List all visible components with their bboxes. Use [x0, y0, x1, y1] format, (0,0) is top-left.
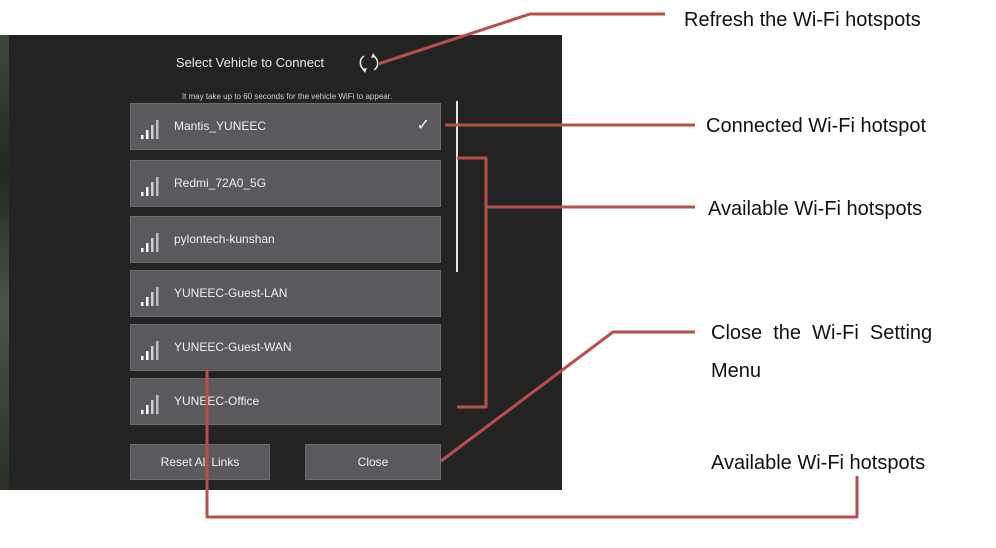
network-name: YUNEEC-Office — [174, 394, 260, 408]
network-name: YUNEEC-Guest-LAN — [174, 286, 288, 300]
list-scrollbar[interactable] — [456, 101, 458, 272]
network-name: pylontech-kunshan — [174, 232, 275, 246]
reset-all-links-button[interactable]: Reset All Links — [130, 444, 270, 480]
dialog-title: Select Vehicle to Connect — [175, 55, 325, 70]
network-row-mantis-yuneec[interactable]: Mantis_YUNEEC ✓ — [130, 103, 441, 150]
annotation-connected: Connected Wi-Fi hotspot — [706, 115, 927, 137]
connection-note: It may take up to 60 seconds for the veh… — [181, 92, 393, 101]
wifi-signal-icon — [141, 233, 159, 252]
wifi-signal-icon — [141, 341, 159, 360]
annotation-reset: Available Wi-Fi hotspots — [711, 452, 926, 474]
annotation-close-line2: Menu — [711, 360, 762, 382]
wifi-signal-icon — [141, 120, 159, 139]
wifi-signal-icon — [141, 287, 159, 306]
network-name: YUNEEC-Guest-WAN — [174, 340, 292, 354]
annotation-refresh: Refresh the Wi-Fi hotspots — [684, 9, 921, 31]
network-row-pylontech[interactable]: pylontech-kunshan — [130, 216, 441, 263]
network-name: Mantis_YUNEEC — [174, 119, 267, 133]
checkmark-icon: ✓ — [416, 117, 430, 134]
network-row-guest-lan[interactable]: YUNEEC-Guest-LAN — [130, 270, 441, 317]
refresh-icon[interactable] — [358, 52, 380, 74]
background-map-edge — [0, 35, 9, 490]
annotation-close-line1: Close the Wi-Fi Setting — [711, 322, 933, 344]
network-row-redmi[interactable]: Redmi_72A0_5G — [130, 160, 441, 207]
wifi-signal-icon — [141, 395, 159, 414]
close-button[interactable]: Close — [305, 444, 441, 480]
annotation-available: Available Wi-Fi hotspots — [708, 198, 923, 220]
network-name: Redmi_72A0_5G — [174, 176, 267, 190]
network-row-office[interactable]: YUNEEC-Office — [130, 378, 441, 425]
wifi-signal-icon — [141, 177, 159, 196]
network-row-guest-wan[interactable]: YUNEEC-Guest-WAN — [130, 324, 441, 371]
